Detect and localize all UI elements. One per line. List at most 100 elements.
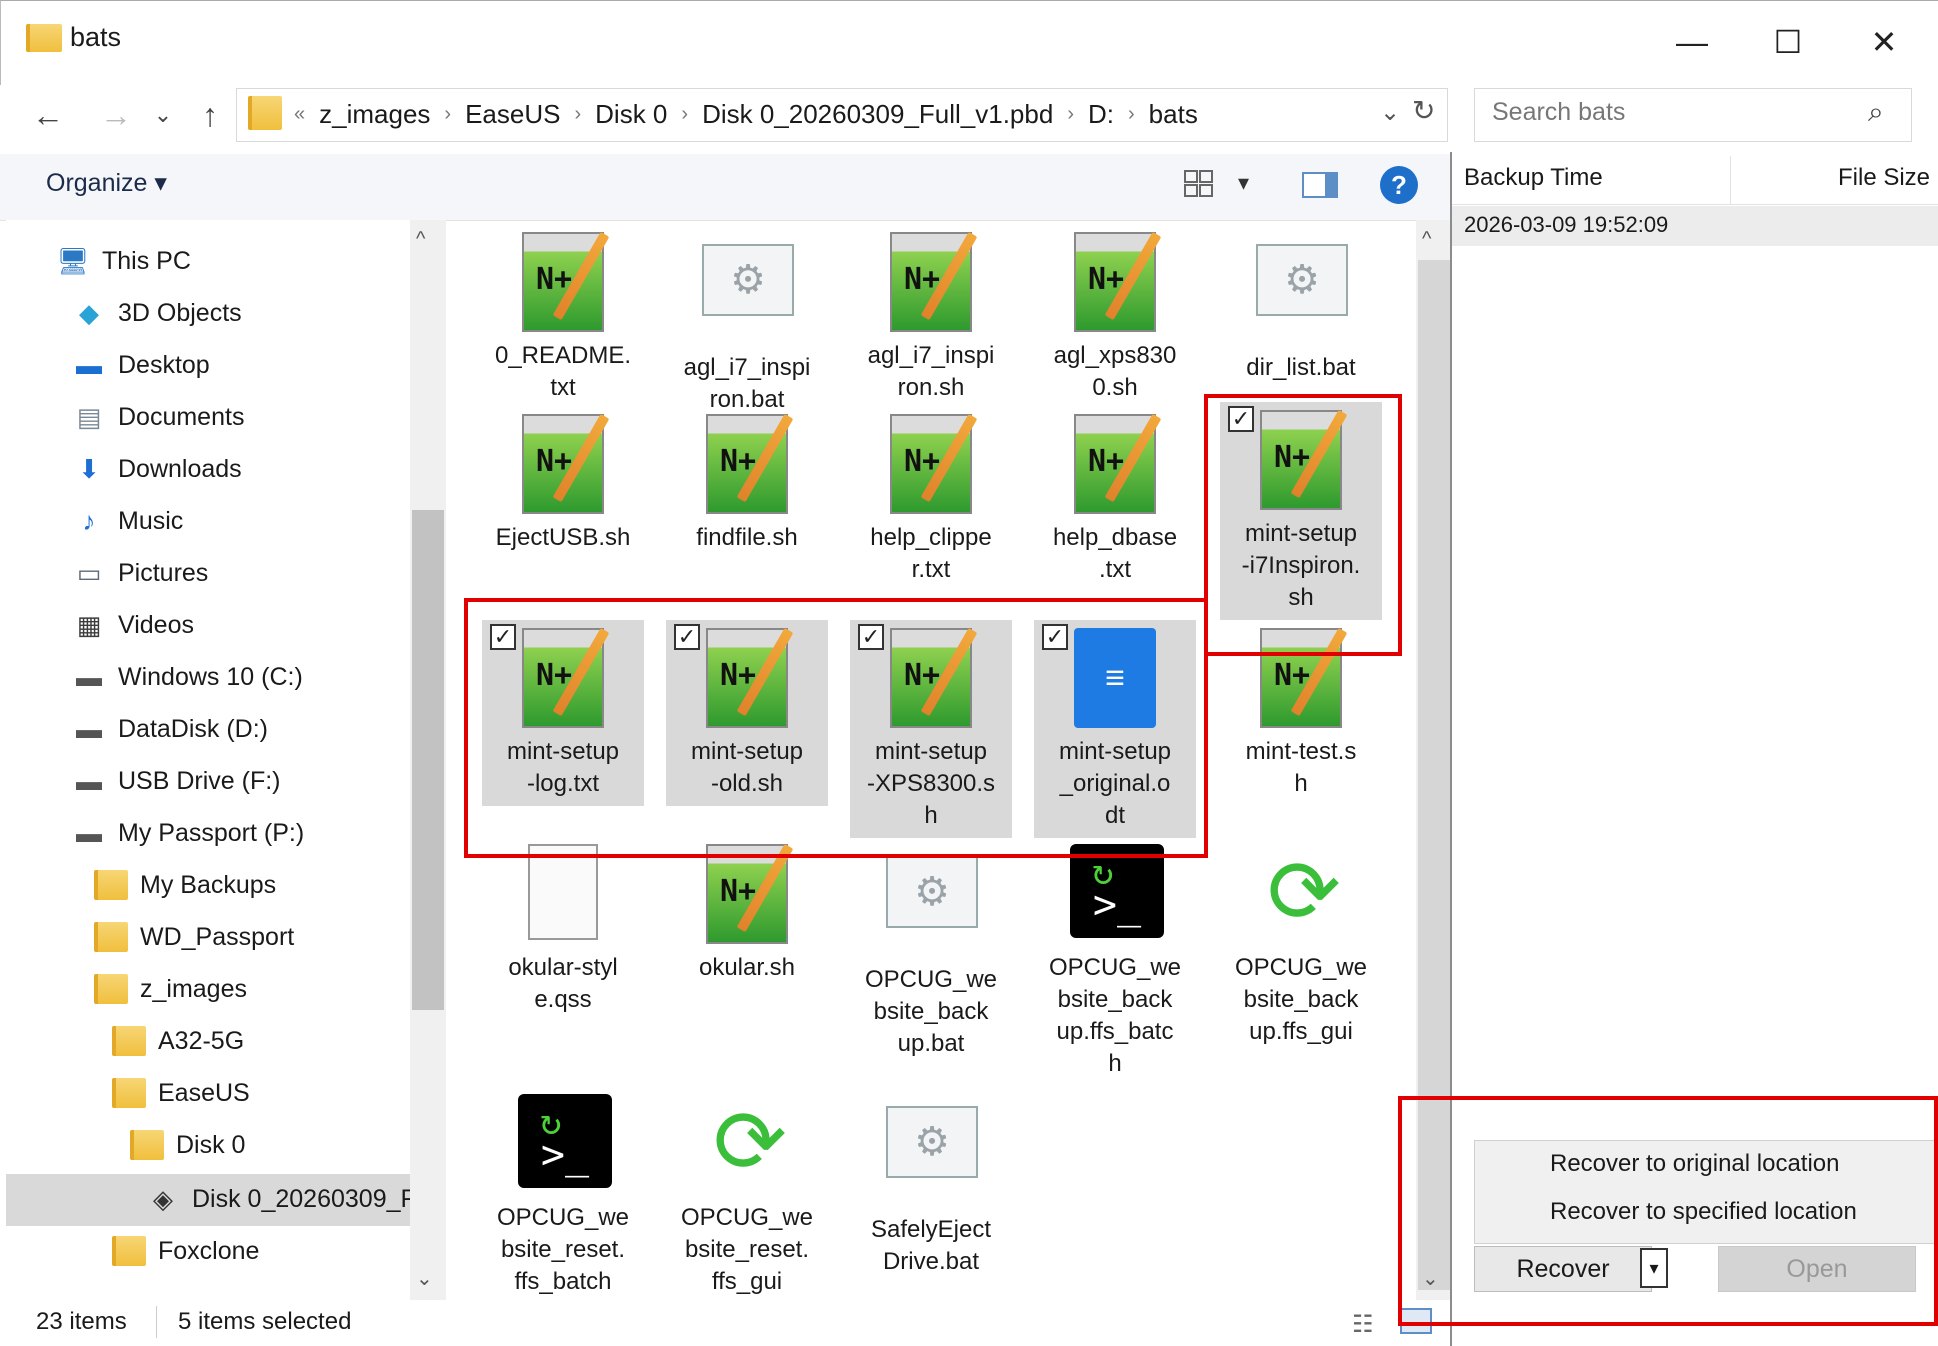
file-name-line: ffs_batch <box>514 1268 612 1295</box>
file-item[interactable]: okular-styl e.qss <box>482 836 644 1022</box>
file-item[interactable]: ⚙ OPCUG_we bsite_back up.bat <box>850 836 1012 1066</box>
tree-item[interactable]: A32-5G <box>112 1018 410 1064</box>
forward-button[interactable]: → <box>96 92 136 138</box>
annotation-box <box>1204 394 1402 656</box>
chevron-right-icon[interactable]: › <box>1059 103 1082 126</box>
tree-item[interactable]: ▭ Pictures <box>72 550 410 596</box>
file-name-line: .txt <box>1098 556 1131 583</box>
file-item[interactable]: N+ 0_README. txt <box>482 224 644 410</box>
tree-item[interactable]: ▤ Documents <box>72 394 410 440</box>
tree-item[interactable]: WD_Passport <box>94 914 410 960</box>
tree-item[interactable]: My Backups <box>94 862 410 908</box>
tree-item-label: z_images <box>140 974 247 1003</box>
tree-item-label: Disk 0_20260309_Fu <box>192 1184 410 1213</box>
breadcrumb[interactable]: « z_images › EaseUS › Disk 0 › Disk 0_20… <box>286 92 1204 136</box>
breadcrumb-item[interactable]: EaseUS <box>459 99 566 130</box>
tree-item[interactable]: ▬ USB Drive (F:) <box>72 758 410 804</box>
details-view-icon[interactable]: ☷ <box>1352 1310 1374 1339</box>
breadcrumb-item[interactable]: D: <box>1082 99 1120 130</box>
tree-item[interactable]: ▬ Desktop <box>72 342 410 388</box>
file-name-line: 0.sh <box>1092 374 1138 401</box>
file-item[interactable]: ↻ >_ OPCUG_we bsite_back up.ffs_batc h <box>1034 836 1196 1086</box>
file-item[interactable]: ⟳ OPCUG_we bsite_back up.ffs_gui <box>1220 836 1382 1054</box>
tree-item[interactable]: ▦ Videos <box>72 602 410 648</box>
back-button[interactable]: ← <box>28 92 68 138</box>
help-icon[interactable]: ? <box>1380 166 1418 204</box>
file-item[interactable]: ↻ >_ OPCUG_we bsite_reset. ffs_batch <box>482 1086 644 1304</box>
tree-item[interactable]: ▬ My Passport (P:) <box>72 810 410 856</box>
chevron-right-icon[interactable]: › <box>436 103 459 126</box>
item-count: 23 items <box>36 1308 127 1335</box>
notepadpp-file-icon: N+ <box>706 413 794 514</box>
window-title: bats <box>70 22 122 52</box>
preview-pane-icon[interactable] <box>1302 172 1338 198</box>
tree-item[interactable]: z_images <box>94 966 410 1012</box>
refresh-icon[interactable]: ↻ <box>1412 94 1435 127</box>
column-divider[interactable] <box>1730 156 1731 204</box>
breadcrumb-item[interactable]: Disk 0 <box>589 99 673 130</box>
file-item[interactable]: N+ okular.sh <box>666 836 828 990</box>
file-item[interactable]: N+ agl_i7_inspi ron.sh <box>850 224 1012 410</box>
breadcrumb-item[interactable]: Disk 0_20260309_Full_v1.pbd <box>696 99 1059 130</box>
scroll-up-icon[interactable]: ^ <box>416 228 425 251</box>
chevron-right-icon[interactable]: › <box>1120 103 1143 126</box>
file-name-line: 0_README. <box>494 342 632 369</box>
selected-count: 5 items selected <box>178 1308 352 1335</box>
file-item[interactable]: N+ help_dbase .txt <box>1034 406 1196 592</box>
file-name-line: okular-styl <box>508 954 618 981</box>
view-dropdown-icon[interactable]: ▾ <box>1238 170 1249 196</box>
tree-item[interactable]: ▬ DataDisk (D:) <box>72 706 410 752</box>
file-name: OPCUG_we bsite_back up.ffs_gui <box>1220 950 1382 1054</box>
file-item[interactable]: N+ EjectUSB.sh <box>482 406 644 560</box>
organize-button[interactable]: Organize ▾ <box>46 168 167 198</box>
pc-icon: 🖥 <box>56 245 90 276</box>
tree-item[interactable]: EaseUS <box>112 1070 410 1116</box>
scroll-up-icon[interactable]: ^ <box>1422 228 1431 251</box>
terminal-batch-icon: ↻ >_ <box>1070 844 1164 938</box>
overflow-chevron-icon[interactable]: « <box>286 103 313 126</box>
file-name: mint-test.s h <box>1220 734 1382 806</box>
tree-item[interactable]: Disk 0 <box>130 1122 410 1168</box>
chevron-right-icon[interactable]: › <box>673 103 696 126</box>
column-header-file-size[interactable]: File Size <box>1838 164 1930 192</box>
file-item[interactable]: ⚙ dir_list.bat <box>1220 224 1382 390</box>
file-item[interactable]: ⟳ OPCUG_we bsite_reset. ffs_gui <box>666 1086 828 1304</box>
breadcrumb-item[interactable]: bats <box>1143 99 1204 130</box>
file-name: OPCUG_we bsite_back up.bat <box>850 962 1012 1066</box>
backup-icon: ◈ <box>153 1183 173 1214</box>
file-item[interactable]: N+ findfile.sh <box>666 406 828 560</box>
recent-locations-button[interactable]: ⌄ <box>150 92 176 138</box>
maximize-button[interactable]: ☐ <box>1750 14 1826 70</box>
file-name-line: EjectUSB.sh <box>495 524 631 551</box>
chevron-down-icon[interactable]: ⌄ <box>1380 98 1400 127</box>
up-button[interactable]: ↑ <box>190 92 230 138</box>
tree-item[interactable]: ▬ Windows 10 (C:) <box>72 654 410 700</box>
search-icon[interactable]: ⌕ <box>1868 96 1884 129</box>
file-name: SafelyEject Drive.bat <box>850 1212 1012 1284</box>
backup-time-cell: 2026-03-09 19:52:09 <box>1464 212 1669 237</box>
file-item[interactable]: ⚙ SafelyEject Drive.bat <box>850 1086 1012 1284</box>
file-name-line: bsite_back <box>873 998 989 1025</box>
chevron-right-icon[interactable]: › <box>566 103 589 126</box>
breadcrumb-item[interactable]: z_images <box>313 99 436 130</box>
tree-item-label: This PC <box>102 246 191 275</box>
tree-item[interactable]: ◆ 3D Objects <box>72 290 410 336</box>
drive-icon: ▬ <box>76 817 102 848</box>
column-header-backup-time[interactable]: Backup Time <box>1464 164 1603 192</box>
tree-item[interactable]: 🖥 This PC <box>56 238 410 284</box>
file-item[interactable]: ⚙ agl_i7_inspi ron.bat <box>666 224 828 422</box>
file-item[interactable]: N+ agl_xps830 0.sh <box>1034 224 1196 410</box>
close-button[interactable]: ✕ <box>1846 14 1922 70</box>
file-name-line: txt <box>550 374 576 401</box>
tree-item[interactable]: ⬇ Downloads <box>72 446 410 492</box>
folder-icon <box>26 24 62 52</box>
tree-scrollbar-thumb[interactable] <box>412 510 444 1010</box>
tree-item[interactable]: Foxclone <box>112 1228 410 1274</box>
tree-item[interactable]: ◈ Disk 0_20260309_Fu <box>146 1176 410 1222</box>
view-options-icon[interactable] <box>1184 170 1214 198</box>
minimize-button[interactable]: — <box>1654 14 1730 70</box>
tree-item[interactable]: ♪ Music <box>72 498 410 544</box>
file-item[interactable]: N+ help_clippe r.txt <box>850 406 1012 592</box>
tree-item-label: Pictures <box>118 558 209 587</box>
scroll-down-icon[interactable]: ⌄ <box>416 1266 433 1291</box>
